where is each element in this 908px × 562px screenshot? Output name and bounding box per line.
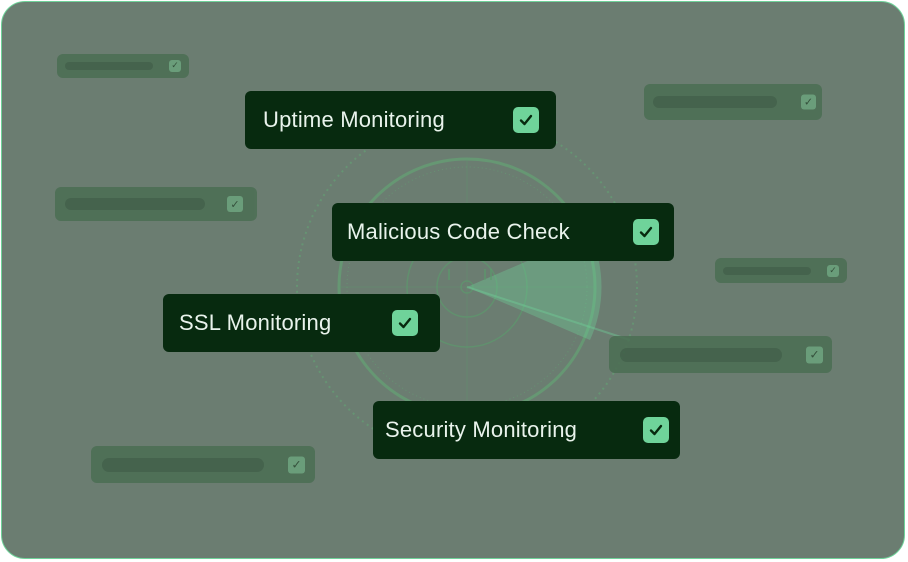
placeholder-chip: ✓ bbox=[57, 54, 189, 78]
placeholder-chip: ✓ bbox=[609, 336, 832, 373]
check-icon bbox=[392, 310, 418, 336]
placeholder-bar bbox=[620, 347, 782, 362]
check-icon: ✓ bbox=[801, 94, 816, 110]
placeholder-bar bbox=[653, 96, 777, 108]
check-icon bbox=[633, 219, 659, 245]
feature-label: Malicious Code Check bbox=[347, 219, 570, 244]
check-icon bbox=[643, 417, 669, 443]
check-icon: ✓ bbox=[806, 346, 823, 363]
placeholder-bar bbox=[65, 62, 153, 70]
placeholder-bar bbox=[65, 198, 205, 210]
feature-chip-malicious-code: Malicious Code Check bbox=[332, 203, 674, 261]
feature-label: Security Monitoring bbox=[385, 417, 578, 442]
feature-chip-uptime: Uptime Monitoring bbox=[245, 91, 556, 149]
placeholder-bar bbox=[102, 457, 264, 472]
check-icon: ✓ bbox=[288, 456, 305, 473]
feature-chip-security: Security Monitoring bbox=[373, 401, 680, 459]
placeholder-chip: ✓ bbox=[715, 258, 847, 283]
feature-label: SSL Monitoring bbox=[179, 310, 332, 335]
feature-label: Uptime Monitoring bbox=[263, 107, 445, 132]
placeholder-chip: ✓ bbox=[55, 187, 257, 221]
placeholder-chip: ✓ bbox=[644, 84, 822, 120]
check-icon bbox=[513, 107, 539, 133]
placeholder-bar bbox=[723, 266, 811, 275]
placeholder-chip: ✓ bbox=[91, 446, 315, 483]
feature-card: ✓ ✓ ✓ ✓ ✓ ✓ Uptime Monitoring Malicious … bbox=[1, 1, 905, 559]
check-icon: ✓ bbox=[827, 264, 839, 277]
check-icon: ✓ bbox=[169, 60, 181, 72]
check-icon: ✓ bbox=[227, 196, 243, 212]
feature-chip-ssl: SSL Monitoring bbox=[163, 294, 440, 352]
